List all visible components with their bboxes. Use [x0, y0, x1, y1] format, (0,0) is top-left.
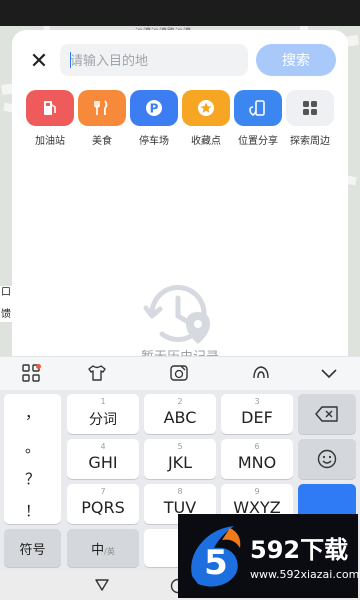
watermark-text: 592下载: [250, 536, 349, 564]
key-number: 9: [254, 487, 260, 496]
side-label-line: 口: [1, 287, 11, 298]
key-label: 符号: [19, 543, 46, 558]
key-label: MNO: [237, 453, 277, 472]
key-number: 7: [100, 487, 106, 496]
side-label[interactable]: 口 馈: [0, 286, 12, 322]
voice-assistant-icon[interactable]: [250, 363, 272, 383]
logo-5-icon: 5: [191, 526, 241, 587]
food-icon: [78, 90, 126, 126]
key-fenci[interactable]: 1 分词: [67, 394, 139, 434]
key-label: ABC: [163, 408, 197, 427]
key-number: 3: [254, 397, 260, 406]
category-label: 收藏点: [191, 136, 221, 147]
punct-key[interactable]: ，: [4, 402, 61, 423]
key-ghi[interactable]: 4 GHI: [67, 439, 139, 479]
text-caret: [70, 52, 71, 68]
key-label: JKL: [167, 453, 193, 472]
punct-key[interactable]: ！: [4, 500, 61, 521]
back-triangle-icon[interactable]: [94, 578, 110, 592]
emoji-key[interactable]: [298, 439, 356, 479]
key-label: DEF: [241, 408, 273, 427]
key-mno[interactable]: 6 MNO: [221, 439, 293, 479]
key-pqrs[interactable]: 7 PQRS: [67, 484, 139, 524]
watermark-url: www.592xiazai.com: [250, 568, 360, 581]
star-icon: [182, 90, 230, 126]
category-location-share[interactable]: 位置分享: [234, 90, 282, 147]
gas-station-icon: [26, 90, 74, 126]
svg-text:5: 5: [204, 543, 228, 583]
key-label: 分词: [89, 412, 117, 428]
explore-grid-icon: [286, 90, 334, 126]
category-favorites[interactable]: 收藏点: [182, 90, 230, 147]
key-abc[interactable]: 2 ABC: [144, 394, 216, 434]
history-empty-icon: [143, 285, 210, 344]
punct-key[interactable]: ？: [4, 468, 61, 489]
search-input[interactable]: [70, 44, 240, 76]
key-jkl[interactable]: 5 JKL: [144, 439, 216, 479]
skin-shirt-icon[interactable]: [86, 363, 108, 383]
close-icon[interactable]: ✕: [28, 50, 50, 72]
notification-dot: [36, 364, 41, 369]
category-label: 位置分享: [238, 136, 278, 147]
category-label: 加油站: [35, 136, 65, 147]
category-label: 美食: [92, 136, 112, 147]
smiley-icon: [317, 449, 337, 469]
key-label: GHI: [88, 453, 118, 472]
side-label-line: 馈: [1, 309, 11, 320]
key-number: 8: [177, 487, 183, 496]
category-explore[interactable]: 探索周边: [286, 90, 334, 147]
key-number: 4: [100, 442, 106, 451]
key-number: 1: [100, 397, 106, 406]
chevron-down-icon[interactable]: [318, 363, 340, 383]
lang-main: 中: [91, 543, 105, 558]
key-label: 中/英: [67, 539, 139, 558]
language-switch-key[interactable]: 中/英: [67, 529, 139, 567]
parking-icon: P: [130, 90, 178, 126]
symbol-key[interactable]: 符号: [4, 529, 61, 567]
category-gas-station[interactable]: 加油站: [26, 90, 74, 147]
category-label: 停车场: [139, 136, 169, 147]
category-parking[interactable]: P 停车场: [130, 90, 178, 147]
backspace-icon: [315, 406, 338, 422]
key-number: 6: [254, 442, 260, 451]
search-panel: ✕ 搜索 加油站 美食 P 停车场 收藏点 位置分享: [12, 30, 348, 366]
backspace-key[interactable]: [298, 394, 356, 434]
punct-key[interactable]: 。: [4, 436, 61, 457]
emoji-sticker-icon[interactable]: [168, 363, 190, 383]
svg-text:P: P: [150, 102, 159, 116]
key-number: 5: [177, 442, 183, 451]
lang-sub: /英: [104, 547, 115, 556]
key-number: 2: [177, 397, 183, 406]
punctuation-column[interactable]: ， 。 ？ ！: [4, 394, 61, 524]
location-share-icon: [234, 90, 282, 126]
search-box[interactable]: [60, 44, 248, 76]
watermark-logo: 5 592下载 www.592xiazai.com: [178, 514, 360, 598]
key-def[interactable]: 3 DEF: [221, 394, 293, 434]
search-button[interactable]: 搜索: [256, 44, 336, 76]
category-food[interactable]: 美食: [78, 90, 126, 147]
status-bar: [0, 0, 360, 26]
category-label: 探索周边: [290, 136, 330, 147]
key-label: PQRS: [81, 498, 125, 517]
